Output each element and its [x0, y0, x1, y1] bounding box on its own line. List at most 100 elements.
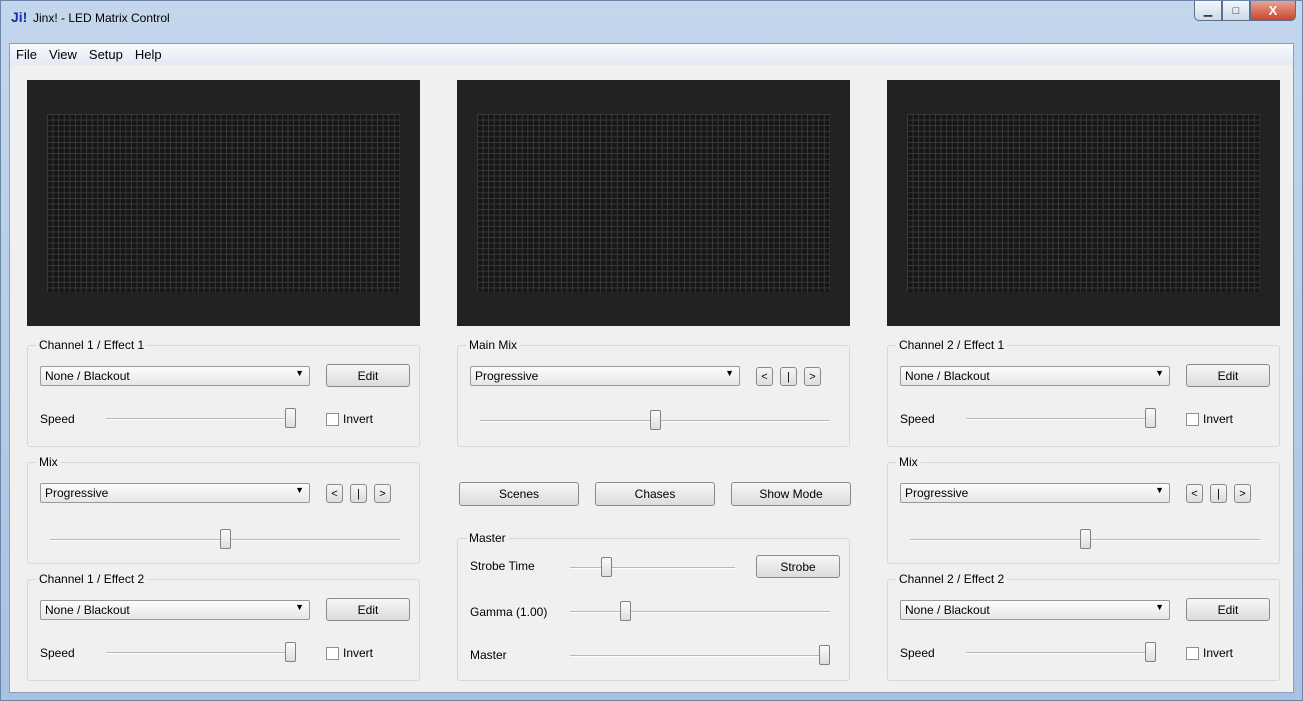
slider-track [570, 611, 830, 613]
speed-slider[interactable] [966, 406, 1156, 430]
channel-1-mix-group: Mix Progressive ▼ < | > [27, 455, 420, 564]
group-title: Channel 2 / Effect 1 [896, 338, 1008, 352]
menu-help[interactable]: Help [129, 47, 168, 62]
slider-track [570, 655, 830, 657]
slider-track [106, 418, 296, 420]
mix-prev-button[interactable]: < [326, 484, 343, 503]
effect-select[interactable]: None / Blackout ▼ [900, 600, 1170, 620]
slider-thumb[interactable] [819, 645, 830, 665]
main-mix-mode-select[interactable]: Progressive ▼ [470, 366, 740, 386]
group-title: Mix [36, 455, 61, 469]
master-slider[interactable] [570, 643, 830, 667]
mix-slider[interactable] [50, 527, 400, 551]
channel-2-mix-group: Mix Progressive ▼ < | > [887, 455, 1280, 564]
main-mix-pause-button[interactable]: | [780, 367, 797, 386]
channel-1-effect-1-group: Channel 1 / Effect 1 None / Blackout ▼ Ed… [27, 338, 420, 447]
scenes-button[interactable]: Scenes [459, 482, 579, 506]
minimize-button[interactable]: ▁ [1194, 1, 1222, 21]
menu-view[interactable]: View [43, 47, 83, 62]
slider-thumb[interactable] [650, 410, 661, 430]
mix-next-button[interactable]: > [374, 484, 391, 503]
led-grid [907, 114, 1260, 292]
menu-setup[interactable]: Setup [83, 47, 129, 62]
slider-thumb[interactable] [601, 557, 612, 577]
slider-thumb[interactable] [220, 529, 231, 549]
app-logo-icon: Ji! [11, 9, 28, 25]
invert-checkbox[interactable] [326, 647, 339, 660]
speed-slider[interactable] [106, 640, 296, 664]
mix-next-button[interactable]: > [1234, 484, 1251, 503]
invert-label: Invert [1203, 412, 1234, 426]
channel-2-preview [887, 80, 1280, 326]
strobe-time-label: Strobe Time [470, 559, 535, 573]
slider-track [570, 567, 735, 569]
menu-bar: File View Setup Help [10, 44, 1293, 65]
effect-select[interactable]: None / Blackout ▼ [40, 366, 310, 386]
invert-checkbox[interactable] [1186, 647, 1199, 660]
slider-track [966, 652, 1156, 654]
show-mode-button[interactable]: Show Mode [731, 482, 851, 506]
group-title: Channel 1 / Effect 2 [36, 572, 148, 586]
invert-label: Invert [343, 646, 374, 660]
master-label: Master [470, 648, 507, 662]
speed-label: Speed [40, 646, 75, 660]
main-mix-group: Main Mix Progressive ▼ < | > [457, 338, 850, 447]
mix-pause-button[interactable]: | [350, 484, 367, 503]
client-area: File View Setup Help Channel 1 / Effect … [9, 43, 1294, 693]
close-button[interactable]: X [1250, 1, 1296, 21]
slider-thumb[interactable] [1145, 408, 1156, 428]
group-title: Channel 1 / Effect 1 [36, 338, 148, 352]
channel-2-effect-2-group: Channel 2 / Effect 2 None / Blackout ▼ Ed… [887, 572, 1280, 681]
gamma-label: Gamma (1.00) [470, 605, 548, 619]
edit-button[interactable]: Edit [1186, 364, 1270, 387]
window-title: Jinx! - LED Matrix Control [33, 11, 170, 25]
edit-button[interactable]: Edit [1186, 598, 1270, 621]
chases-button[interactable]: Chases [595, 482, 715, 506]
led-grid [47, 114, 400, 292]
strobe-time-slider[interactable] [570, 555, 735, 579]
main-mix-next-button[interactable]: > [804, 367, 821, 386]
group-title: Mix [896, 455, 921, 469]
slider-thumb[interactable] [1080, 529, 1091, 549]
dropdown-arrow-icon: ▼ [1155, 602, 1164, 612]
led-grid [477, 114, 830, 292]
slider-thumb[interactable] [1145, 642, 1156, 662]
main-mix-slider[interactable] [480, 408, 830, 432]
effect-select[interactable]: None / Blackout ▼ [40, 600, 310, 620]
invert-label: Invert [343, 412, 374, 426]
main-mix-prev-button[interactable]: < [756, 367, 773, 386]
invert-label: Invert [1203, 646, 1234, 660]
speed-slider[interactable] [106, 406, 296, 430]
invert-checkbox[interactable] [326, 413, 339, 426]
main-mix-preview [457, 80, 850, 326]
channel-1-preview [27, 80, 420, 326]
dropdown-arrow-icon: ▼ [295, 602, 304, 612]
invert-checkbox[interactable] [1186, 413, 1199, 426]
maximize-button[interactable]: □ [1222, 1, 1250, 21]
mix-slider[interactable] [910, 527, 1260, 551]
edit-button[interactable]: Edit [326, 598, 410, 621]
edit-button[interactable]: Edit [326, 364, 410, 387]
mix-mode-select[interactable]: Progressive ▼ [900, 483, 1170, 503]
channel-1-effect-2-group: Channel 1 / Effect 2 None / Blackout ▼ Ed… [27, 572, 420, 681]
menu-file[interactable]: File [10, 47, 43, 62]
title-bar[interactable]: Ji! Jinx! - LED Matrix Control ▁ □ X [1, 1, 1302, 35]
group-title: Channel 2 / Effect 2 [896, 572, 1008, 586]
mix-prev-button[interactable]: < [1186, 484, 1203, 503]
dropdown-arrow-icon: ▼ [1155, 368, 1164, 378]
window-controls: ▁ □ X [1194, 1, 1296, 23]
slider-track [966, 418, 1156, 420]
mix-pause-button[interactable]: | [1210, 484, 1227, 503]
mix-mode-select[interactable]: Progressive ▼ [40, 483, 310, 503]
slider-thumb[interactable] [285, 408, 296, 428]
slider-thumb[interactable] [620, 601, 631, 621]
effect-select[interactable]: None / Blackout ▼ [900, 366, 1170, 386]
strobe-button[interactable]: Strobe [756, 555, 840, 578]
speed-slider[interactable] [966, 640, 1156, 664]
dropdown-arrow-icon: ▼ [1155, 485, 1164, 495]
gamma-slider[interactable] [570, 599, 830, 623]
slider-thumb[interactable] [285, 642, 296, 662]
group-title: Main Mix [466, 338, 521, 352]
speed-label: Speed [40, 412, 75, 426]
app-window: Ji! Jinx! - LED Matrix Control ▁ □ X Fil… [0, 0, 1303, 701]
